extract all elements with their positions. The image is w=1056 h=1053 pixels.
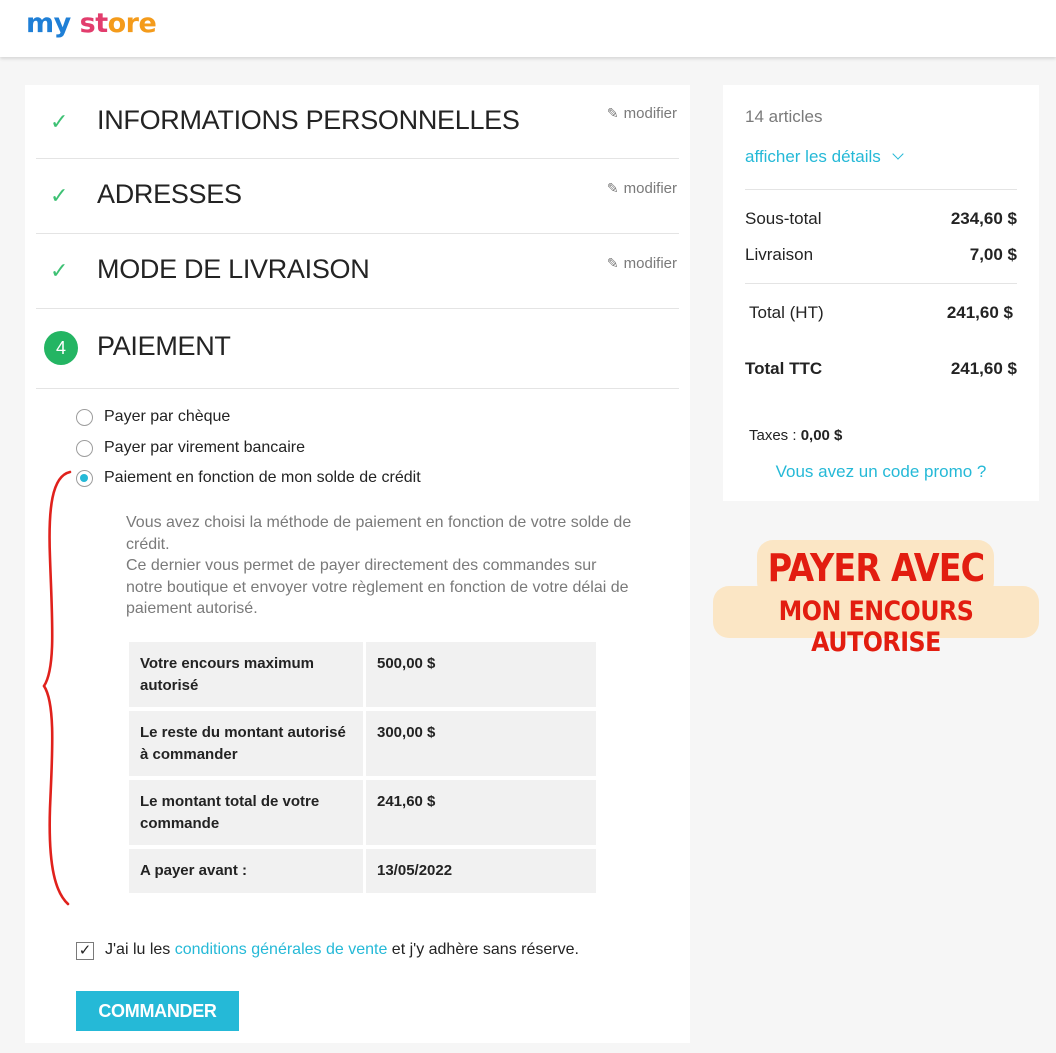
store-logo[interactable]: my store xyxy=(26,8,157,39)
site-header: my store xyxy=(0,0,1056,57)
table-row: A payer avant : 13/05/2022 xyxy=(129,849,596,893)
logo-space xyxy=(71,8,80,39)
row-value: 300,00 $ xyxy=(366,711,596,776)
brace-annotation xyxy=(42,470,72,906)
total-ht-label: Total (HT) xyxy=(749,303,824,322)
articles-count: 14 articles xyxy=(745,107,823,126)
row-value: 500,00 $ xyxy=(366,642,596,707)
badge-line-2: MON ENCOURS AUTORISE xyxy=(778,596,974,658)
radio-button[interactable] xyxy=(76,440,93,457)
row-label: Votre encours maximum autorisé xyxy=(129,642,363,707)
order-button[interactable]: COMMANDER xyxy=(76,991,239,1031)
table-row: Votre encours maximum autorisé 500,00 $ xyxy=(129,642,596,707)
total-ttc-label: Total TTC xyxy=(745,359,823,378)
description-line: Ce dernier vous permet de payer directem… xyxy=(126,557,629,617)
edit-label: modifier xyxy=(623,255,677,272)
logo-text-my: my xyxy=(26,8,71,39)
payment-description: Vous avez choisi la méthode de paiement … xyxy=(126,512,636,620)
terms-prefix: J'ai lu les xyxy=(105,941,175,958)
promo-code-link[interactable]: Vous avez un code promo ? xyxy=(745,462,1017,482)
show-details-label: afficher les détails xyxy=(745,147,881,166)
total-ttc-value: 241,60 $ xyxy=(950,359,1017,378)
option-label: Payer par virement bancaire xyxy=(104,439,305,456)
step-title: INFORMATIONS PERSONNELLES xyxy=(97,105,520,135)
badge-line-1: PAYER AVEC xyxy=(767,546,986,590)
radio-button[interactable] xyxy=(76,409,93,426)
subtotal-row: Sous-total 234,60 $ xyxy=(745,209,1017,229)
terms-text: J'ai lu les conditions générales de vent… xyxy=(105,941,579,959)
credit-info-table: Votre encours maximum autorisé 500,00 $ … xyxy=(126,638,599,897)
taxes-label: Taxes : xyxy=(749,427,801,444)
option-label: Paiement en fonction de mon solde de cré… xyxy=(104,469,421,486)
option-label: Payer par chèque xyxy=(104,408,231,425)
cart-summary: 14 articles afficher les détails Sous-to… xyxy=(723,85,1039,501)
promo-badge: PAYER AVEC MON ENCOURS AUTORISE xyxy=(713,540,1039,658)
divider xyxy=(745,189,1017,190)
check-icon: ✓ xyxy=(50,183,69,208)
row-label: Le reste du montant autorisé à commander xyxy=(129,711,363,776)
subtotal-label: Sous-total xyxy=(745,209,822,228)
shipping-value: 7,00 $ xyxy=(969,245,1017,264)
row-label: Le montant total de votre commande xyxy=(129,780,363,845)
show-details-link[interactable]: afficher les détails xyxy=(745,147,1017,167)
step-title: ADRESSES xyxy=(97,179,242,209)
row-value: 13/05/2022 xyxy=(366,849,596,893)
divider xyxy=(745,283,1017,284)
table-row: Le montant total de votre commande 241,6… xyxy=(129,780,596,845)
total-ht-row: Total (HT) 241,60 $ xyxy=(749,303,1013,323)
logo-text-ore: ore xyxy=(107,8,157,39)
table-row: Le reste du montant autorisé à commander… xyxy=(129,711,596,776)
step-shipping-method[interactable]: ✓ MODE DE LIVRAISON ✎ modifier xyxy=(36,234,679,309)
check-icon: ✓ xyxy=(50,109,69,134)
total-ht-value: 241,60 $ xyxy=(946,303,1013,322)
taxes-row: Taxes : 0,00 $ xyxy=(749,427,1017,444)
edit-link[interactable]: ✎ modifier xyxy=(607,180,677,197)
check-icon: ✓ xyxy=(50,258,69,283)
terms-suffix: et j'y adhère sans réserve. xyxy=(387,941,579,958)
terms-checkbox[interactable]: ✓ xyxy=(76,942,94,960)
subtotal-value: 234,60 $ xyxy=(950,209,1017,228)
taxes-value: 0,00 $ xyxy=(800,427,843,444)
step-title: MODE DE LIVRAISON xyxy=(97,254,370,284)
pencil-icon: ✎ xyxy=(606,180,619,196)
shipping-label: Livraison xyxy=(745,245,814,264)
logo-text-st: st xyxy=(79,8,108,39)
edit-link[interactable]: ✎ modifier xyxy=(607,255,677,272)
total-ttc-row: Total TTC 241,60 $ xyxy=(745,359,1017,379)
terms-link[interactable]: conditions générales de vente xyxy=(175,941,388,958)
shipping-row: Livraison 7,00 $ xyxy=(745,245,1017,265)
edit-label: modifier xyxy=(623,105,677,122)
edit-link[interactable]: ✎ modifier xyxy=(607,105,677,122)
pencil-icon: ✎ xyxy=(606,255,619,271)
row-value: 241,60 $ xyxy=(366,780,596,845)
step-title: PAIEMENT xyxy=(97,331,231,361)
edit-label: modifier xyxy=(623,180,677,197)
row-label: A payer avant : xyxy=(129,849,363,893)
pencil-icon: ✎ xyxy=(606,105,619,121)
description-line: Vous avez choisi la méthode de paiement … xyxy=(126,514,632,553)
step-personal-info[interactable]: ✓ INFORMATIONS PERSONNELLES ✎ modifier xyxy=(36,85,679,159)
step-payment: 4 PAIEMENT xyxy=(36,309,679,389)
step-number-badge: 4 xyxy=(44,331,78,365)
step-addresses[interactable]: ✓ ADRESSES ✎ modifier xyxy=(36,159,679,234)
checkout-steps-panel: ✓ INFORMATIONS PERSONNELLES ✎ modifier ✓ … xyxy=(25,85,690,1043)
chevron-down-icon xyxy=(891,148,904,160)
